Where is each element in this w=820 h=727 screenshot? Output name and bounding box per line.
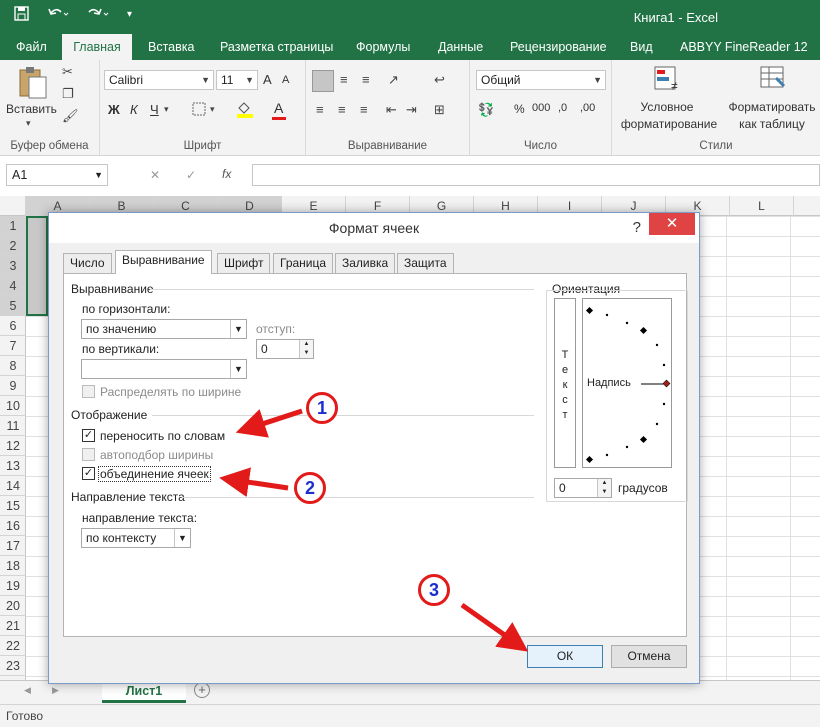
annotation-arrow-1	[235, 408, 303, 438]
annotation-arrow-3	[460, 602, 529, 652]
annotation-badge-3: 3	[418, 574, 450, 606]
annotation-badge-2: 2	[294, 472, 326, 504]
annotation-arrow-2	[219, 467, 289, 498]
annotation-arrows	[219, 408, 529, 652]
annotation-badge-1: 1	[306, 392, 338, 424]
